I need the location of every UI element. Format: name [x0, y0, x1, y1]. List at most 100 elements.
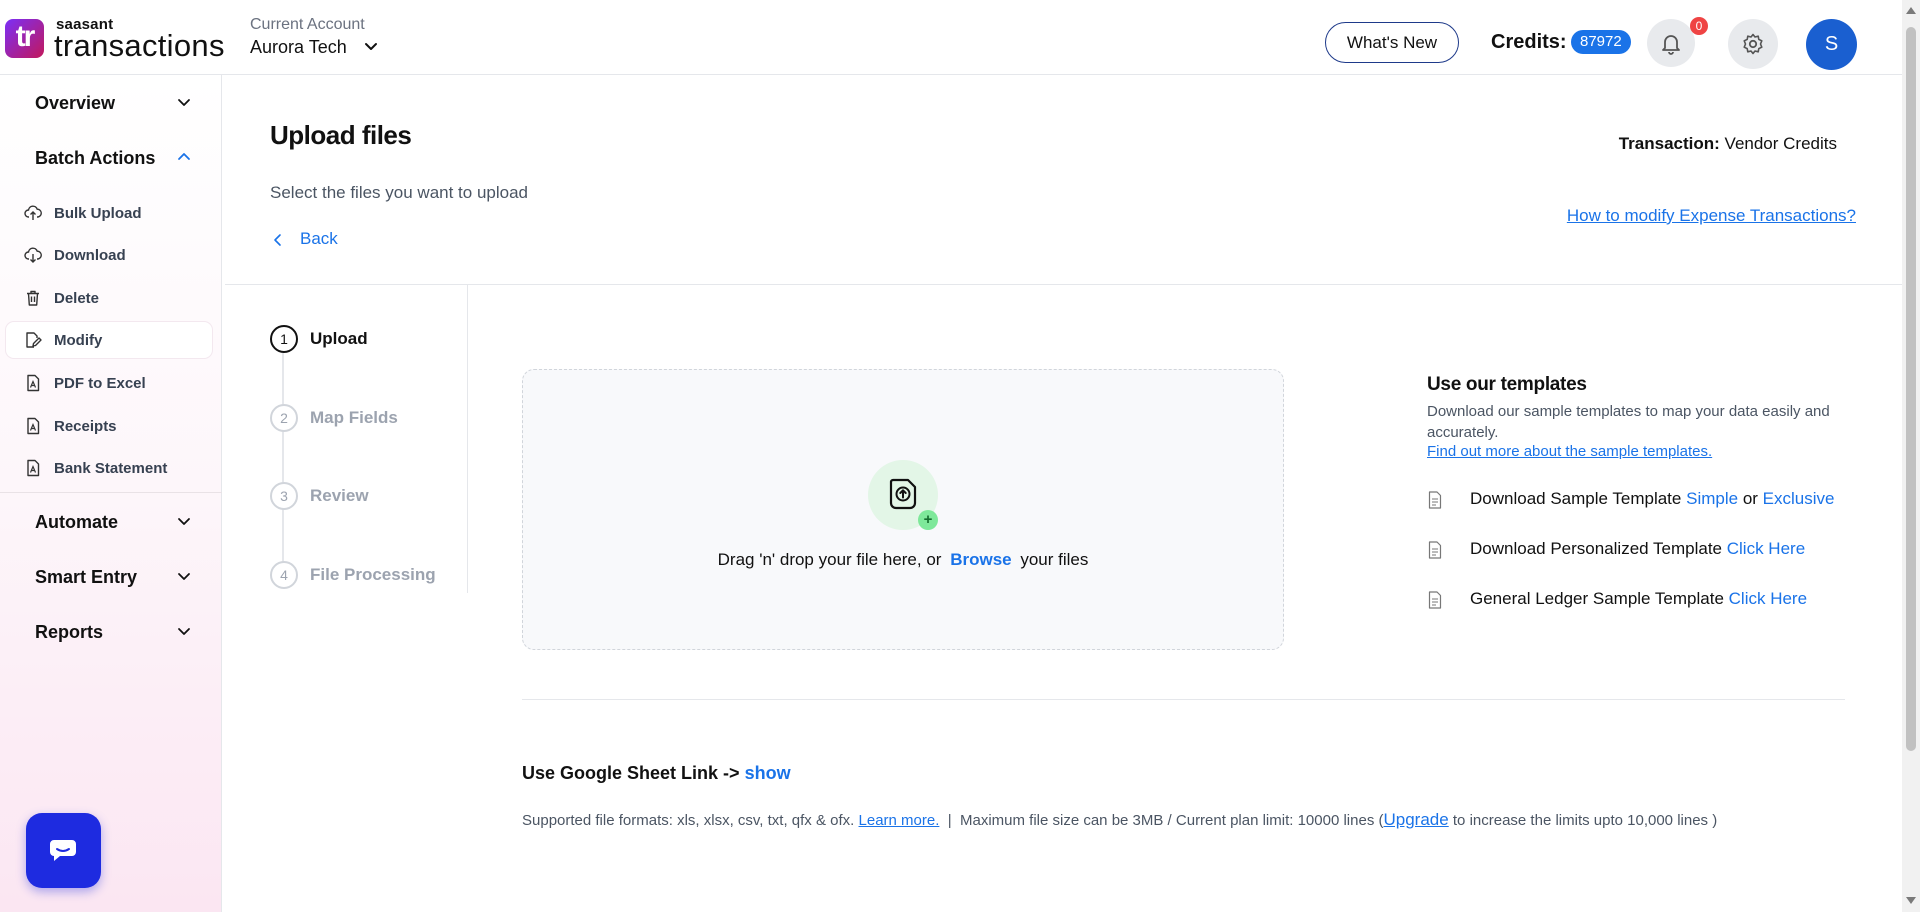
step-number: 1 [270, 325, 298, 353]
transaction-value: Vendor Credits [1724, 134, 1837, 153]
stepper-divider [467, 285, 468, 593]
whats-new-button[interactable]: What's New [1325, 22, 1459, 63]
learn-more-link[interactable]: Learn more. [859, 812, 940, 829]
sidebar-item-label: Download [54, 247, 126, 264]
sidebar-item-label: Receipts [54, 418, 117, 435]
template-row-label: Download Personalized Template [1470, 539, 1723, 558]
sidebar-group-reports[interactable]: Reports [0, 612, 222, 652]
sidebar-item-delete[interactable]: Delete [6, 280, 212, 316]
file-upload-icon [889, 478, 917, 510]
sidebar-item-download[interactable]: Download [6, 237, 212, 273]
edit-icon [26, 332, 42, 348]
templates-title: Use our templates [1427, 374, 1587, 395]
transaction-label: Transaction: [1618, 134, 1720, 153]
transaction-info: Transaction: Vendor Credits [1619, 134, 1837, 154]
chevron-up-icon [178, 153, 190, 160]
document-icon [1428, 541, 1442, 559]
chevron-down-icon [178, 99, 190, 106]
notifications-button[interactable] [1647, 19, 1695, 67]
template-row-label: General Ledger Sample Template [1470, 589, 1724, 608]
exclusive-template-link[interactable]: Exclusive [1763, 489, 1835, 508]
chat-support-button[interactable] [26, 813, 101, 888]
google-sheet-show-link[interactable]: show [745, 763, 791, 783]
browse-link[interactable]: Browse [950, 550, 1011, 569]
trash-icon [27, 290, 39, 306]
dropzone-text-after: your files [1020, 550, 1089, 569]
logo-mark[interactable]: tr [5, 19, 44, 58]
upgrade-link[interactable]: Upgrade [1384, 810, 1449, 829]
template-row-label: Download Sample Template [1470, 489, 1682, 508]
page-subtitle: Select the files you want to upload [270, 183, 528, 202]
pdf-file-icon [27, 374, 40, 392]
template-joiner: or [1742, 489, 1758, 508]
sidebar-item-bank-statement[interactable]: Bank Statement [6, 450, 212, 486]
sidebar-item-label: Delete [54, 290, 100, 307]
template-row-text: Download Sample Template Simple or Exclu… [1470, 489, 1834, 509]
upload-file-icon: + [868, 460, 938, 530]
separator: | [947, 812, 952, 829]
google-sheet-section: Use Google Sheet Link -> show [522, 763, 791, 784]
templates-description: Download our sample templates to map you… [1427, 403, 1830, 441]
limits-tail-text: to increase the limits upto 10,000 lines… [1452, 812, 1718, 829]
credits-label: Credits: [1491, 31, 1567, 53]
avatar[interactable]: S [1806, 19, 1857, 70]
scrollbar-thumb[interactable] [1906, 27, 1916, 751]
chat-icon [50, 840, 76, 861]
sidebar-group-label: Automate [35, 512, 119, 532]
sidebar-item-label: Modify [54, 332, 103, 349]
scroll-down-arrow[interactable] [1906, 897, 1916, 904]
sidebar-item-bulk-upload[interactable]: Bulk Upload [6, 195, 212, 231]
logo-product[interactable]: transactions [54, 28, 225, 64]
chevron-left-icon [274, 234, 281, 246]
step-number: 4 [270, 561, 298, 589]
sample-templates-link[interactable]: Find out more about the sample templates… [1427, 443, 1712, 460]
sidebar-group-label: Overview [35, 93, 116, 113]
page-title: Upload files [270, 120, 412, 150]
sidebar: Overview Batch Actions Bulk Upload Downl… [0, 75, 222, 912]
divider [225, 284, 1902, 285]
account-selector[interactable]: Aurora Tech [250, 37, 347, 58]
document-icon [1428, 491, 1442, 509]
page-scrollbar[interactable] [1902, 0, 1920, 912]
sidebar-group-label: Reports [35, 622, 104, 642]
stepper-line [282, 353, 284, 567]
scroll-up-arrow[interactable] [1906, 7, 1916, 14]
step-number: 2 [270, 404, 298, 432]
sidebar-item-modify[interactable]: Modify [6, 322, 212, 358]
sidebar-group-smart-entry[interactable]: Smart Entry [0, 557, 222, 597]
divider [522, 699, 1845, 700]
sidebar-group-overview[interactable]: Overview [0, 83, 222, 123]
google-sheet-label: Use Google Sheet Link -> [522, 763, 740, 783]
notification-count-badge: 0 [1690, 17, 1708, 35]
chevron-down-icon [178, 518, 190, 525]
settings-button[interactable] [1728, 19, 1778, 69]
simple-template-link[interactable]: Simple [1686, 489, 1738, 508]
general-ledger-template-link[interactable]: Click Here [1729, 589, 1807, 608]
sidebar-item-receipts[interactable]: Receipts [6, 408, 212, 444]
current-account-label: Current Account [250, 16, 365, 33]
bell-icon [1662, 35, 1680, 55]
step-label: Upload [310, 329, 368, 348]
cloud-upload-icon [24, 205, 42, 220]
step-label: File Processing [310, 565, 436, 584]
chevron-down-icon[interactable] [362, 38, 380, 56]
personalized-template-link[interactable]: Click Here [1727, 539, 1805, 558]
template-row-text: Download Personalized Template Click Her… [1470, 539, 1805, 559]
step-label: Map Fields [310, 408, 398, 427]
chevron-down-icon [178, 573, 190, 580]
sidebar-group-automate[interactable]: Automate [0, 502, 222, 542]
sidebar-group-batch-actions[interactable]: Batch Actions [0, 138, 222, 178]
sidebar-item-pdf-to-excel[interactable]: PDF to Excel [6, 365, 212, 401]
dropzone-text: Drag 'n' drop your file here, or Browse … [523, 550, 1283, 570]
gear-icon [1743, 33, 1763, 55]
file-format-note: Supported file formats: xls, xlsx, csv, … [522, 810, 1717, 830]
sidebar-group-label: Batch Actions [35, 148, 156, 168]
chevron-down-icon [178, 628, 190, 635]
sidebar-group-label: Smart Entry [35, 567, 138, 587]
receipt-file-icon [27, 417, 40, 435]
help-link[interactable]: How to modify Expense Transactions? [1567, 206, 1856, 226]
dropzone-text-before: Drag 'n' drop your file here, or [717, 550, 942, 569]
step-label: Review [310, 486, 369, 505]
limits-text: Maximum file size can be 3MB / Current p… [959, 812, 1384, 829]
file-dropzone[interactable]: + Drag 'n' drop your file here, or Brows… [522, 369, 1284, 650]
